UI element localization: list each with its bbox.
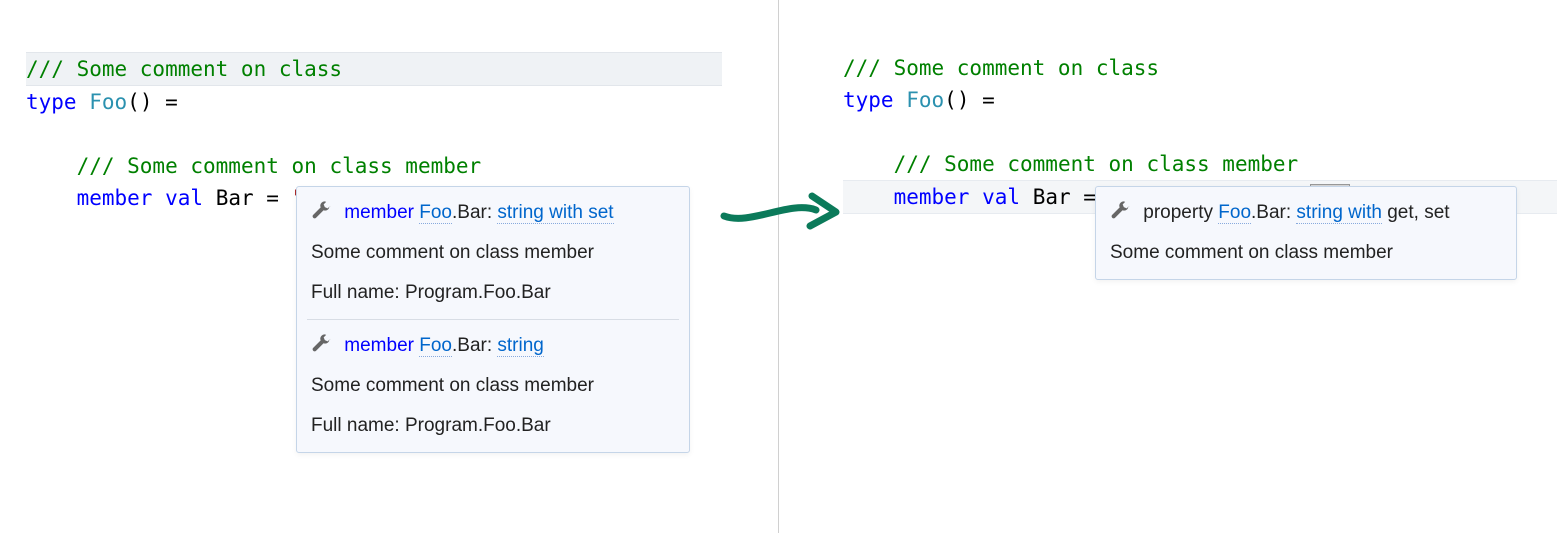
tooltip-sig-link[interactable]: string with set <box>497 202 613 224</box>
tooltip-separator <box>307 319 679 320</box>
keyword-member: member <box>894 185 970 209</box>
code-editor-before[interactable]: /// Some comment on class type Foo() = /… <box>26 20 722 214</box>
keyword-val: val <box>165 186 203 210</box>
tooltip-kind: member <box>344 335 414 356</box>
keyword-type: type <box>26 90 77 114</box>
tooltip-type-link[interactable]: Foo <box>419 202 452 224</box>
tooltip-fullname-label: Full name: <box>311 415 405 436</box>
doc-comment: /// Some comment on class <box>843 56 1159 80</box>
type-name: Foo <box>89 90 127 114</box>
type-decl-rest: () = <box>944 88 995 112</box>
doc-comment: /// Some comment on class <box>26 57 342 81</box>
tooltip-fullname-row: Full name: Program.Foo.Bar <box>297 406 689 446</box>
tooltip-type-link[interactable]: Foo <box>1218 202 1251 224</box>
tooltip-member: .Bar: <box>452 202 492 223</box>
doc-comment: /// Some comment on class member <box>894 152 1299 176</box>
tooltip-doc: Some comment on class member <box>297 233 689 273</box>
tooltip-signature-row: property Foo.Bar: string with get, set <box>1096 193 1516 233</box>
tooltip-signature-row: member Foo.Bar: string with set <box>297 193 689 233</box>
tooltip-kind: property <box>1143 202 1213 223</box>
tooltip-sig-link[interactable]: string with <box>1296 202 1382 224</box>
tooltip-sig-rest: get, set <box>1382 202 1450 223</box>
ident-bar: Bar <box>216 186 254 210</box>
wrench-icon <box>311 334 331 354</box>
hover-tooltip-before: member Foo.Bar: string with set Some com… <box>296 186 690 453</box>
tooltip-member: .Bar: <box>1251 202 1291 223</box>
tooltip-sig-link[interactable]: string <box>497 335 543 357</box>
type-decl-rest: () = <box>127 90 178 114</box>
tooltip-fullname-label: Full name: <box>311 282 405 303</box>
tooltip-member: .Bar: <box>452 335 492 356</box>
tooltip-doc: Some comment on class member <box>1096 233 1516 273</box>
arrow-icon <box>720 190 840 234</box>
keyword-val: val <box>982 185 1020 209</box>
ident-bar: Bar <box>1033 185 1071 209</box>
wrench-icon <box>1110 201 1130 221</box>
after-panel: /// Some comment on class type Foo() = /… <box>779 0 1557 533</box>
doc-comment: /// Some comment on class member <box>77 154 482 178</box>
type-name: Foo <box>906 88 944 112</box>
wrench-icon <box>311 201 331 221</box>
before-panel: /// Some comment on class type Foo() = /… <box>0 0 778 533</box>
tooltip-doc: Some comment on class member <box>297 366 689 406</box>
equals: = <box>254 186 292 210</box>
tooltip-fullname-row: Full name: Program.Foo.Bar <box>297 273 689 313</box>
keyword-member: member <box>77 186 153 210</box>
code-editor-after[interactable]: /// Some comment on class type Foo() = /… <box>843 20 1557 214</box>
hover-tooltip-after: property Foo.Bar: string with get, set S… <box>1095 186 1517 280</box>
tooltip-fullname-value: Program.Foo.Bar <box>405 282 551 303</box>
keyword-type: type <box>843 88 894 112</box>
tooltip-signature-row: member Foo.Bar: string <box>297 326 689 366</box>
tooltip-kind: member <box>344 202 414 223</box>
tooltip-type-link[interactable]: Foo <box>419 335 452 357</box>
tooltip-fullname-value: Program.Foo.Bar <box>405 415 551 436</box>
